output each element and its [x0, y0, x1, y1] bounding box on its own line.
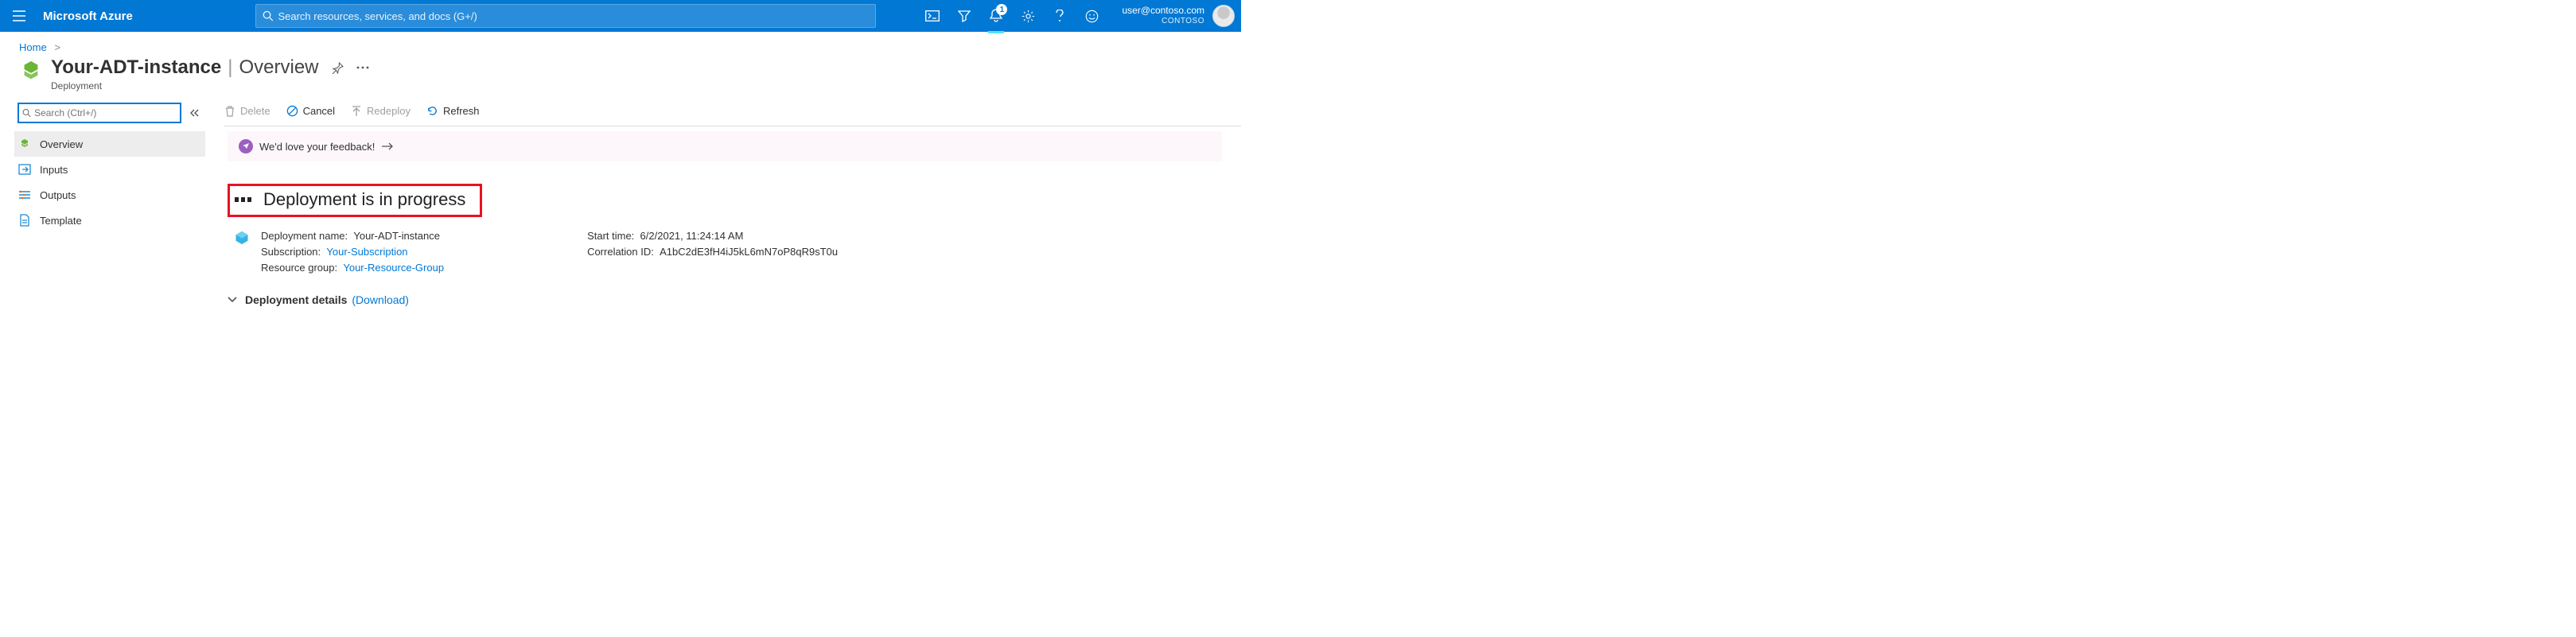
cancel-icon — [286, 105, 298, 117]
page-subtitle: Deployment — [51, 80, 369, 91]
topbar-icons: 1 — [916, 0, 1107, 32]
sidebar-search-input[interactable] — [34, 107, 177, 118]
breadcrumb-home[interactable]: Home — [19, 41, 47, 53]
search-icon — [22, 108, 31, 118]
feedback-icon — [239, 139, 253, 153]
brand-label[interactable]: Microsoft Azure — [38, 10, 144, 23]
notification-badge: 1 — [996, 4, 1007, 15]
deployment-icon — [234, 230, 250, 276]
download-link[interactable]: (Download) — [352, 293, 409, 306]
help-button[interactable] — [1044, 0, 1076, 32]
chevron-down-icon — [228, 297, 237, 303]
settings-button[interactable] — [1012, 0, 1044, 32]
sidebar-item-overview[interactable]: Overview — [14, 131, 205, 157]
gear-icon — [1021, 10, 1035, 23]
feedback-banner[interactable]: We'd love your feedback! — [228, 131, 1222, 161]
hamburger-icon — [13, 10, 25, 21]
template-icon — [18, 214, 32, 227]
cancel-button[interactable]: Cancel — [286, 105, 335, 117]
deployment-details: Deployment name: Your-ADT-instance Subsc… — [228, 228, 1241, 276]
avatar — [1212, 5, 1235, 27]
correlation-id-value: A1bC2dE3fH4iJ5kL6mN7oP8qR9sT0u — [660, 246, 838, 258]
redeploy-button: Redeploy — [351, 105, 411, 117]
feedback-top-button[interactable] — [1076, 0, 1107, 32]
resource-group-link[interactable]: Your-Resource-Group — [343, 262, 444, 274]
pin-icon — [332, 62, 344, 74]
pin-button[interactable] — [332, 62, 344, 74]
search-icon — [263, 10, 274, 21]
collapse-icon — [189, 109, 199, 117]
directory-filter-button[interactable] — [948, 0, 980, 32]
status-title: Deployment is in progress — [263, 189, 465, 210]
refresh-icon — [426, 105, 438, 117]
global-search-input[interactable] — [278, 10, 868, 22]
delete-button: Delete — [224, 105, 270, 117]
global-search[interactable] — [255, 4, 876, 28]
sidebar: Overview Inputs Outputs Template — [0, 96, 205, 306]
cloud-shell-button[interactable] — [916, 0, 948, 32]
sidebar-item-outputs[interactable]: Outputs — [14, 182, 205, 208]
page-title: Your-ADT-instance — [51, 56, 221, 79]
help-icon — [1056, 10, 1064, 22]
progress-icon — [235, 194, 252, 205]
page-tab-title: Overview — [239, 56, 318, 79]
redeploy-icon — [351, 105, 362, 117]
breadcrumb: Home > — [0, 32, 1241, 56]
overview-icon — [18, 138, 32, 150]
sidebar-item-template[interactable]: Template — [14, 208, 205, 233]
page-header: Your-ADT-instance | Overview Deployment — [0, 56, 1241, 96]
ellipsis-icon — [356, 66, 369, 69]
sidebar-collapse-button[interactable] — [189, 109, 199, 117]
toolbar: Delete Cancel Redeploy Refresh — [224, 96, 1241, 126]
subscription-link[interactable]: Your-Subscription — [326, 246, 407, 258]
more-button[interactable] — [356, 66, 369, 69]
deployment-name-value: Your-ADT-instance — [353, 230, 440, 242]
topbar: Microsoft Azure 1 user@contoso.c — [0, 0, 1241, 32]
outputs-icon — [18, 190, 32, 200]
sidebar-item-inputs[interactable]: Inputs — [14, 157, 205, 182]
resource-icon — [19, 60, 43, 84]
smiley-icon — [1085, 10, 1099, 23]
inputs-icon — [18, 164, 32, 175]
sidebar-item-label: Template — [40, 215, 82, 227]
notifications-button[interactable]: 1 — [980, 0, 1012, 32]
main-content: Delete Cancel Redeploy Refresh We'd love… — [205, 96, 1241, 306]
sidebar-item-label: Outputs — [40, 189, 76, 201]
user-email: user@contoso.com — [1122, 5, 1204, 16]
account-button[interactable]: user@contoso.com CONTOSO — [1107, 0, 1241, 32]
refresh-button[interactable]: Refresh — [426, 105, 480, 117]
sidebar-item-label: Inputs — [40, 164, 68, 176]
sidebar-search[interactable] — [18, 103, 181, 123]
menu-button[interactable] — [0, 0, 38, 32]
cloud-shell-icon — [925, 10, 940, 21]
trash-icon — [224, 105, 235, 117]
filter-icon — [958, 10, 971, 22]
breadcrumb-sep: > — [54, 41, 60, 53]
directory-label: CONTOSO — [1122, 16, 1204, 27]
expander-label: Deployment details — [245, 293, 347, 306]
deployment-details-expander[interactable]: Deployment details (Download) — [228, 293, 1241, 306]
start-time-value: 6/2/2021, 11:24:14 AM — [640, 230, 744, 242]
notification-indicator — [988, 31, 1004, 33]
feedback-text: We'd love your feedback! — [259, 141, 375, 153]
deployment-status: Deployment is in progress — [228, 184, 482, 217]
arrow-right-icon — [381, 142, 394, 150]
sidebar-item-label: Overview — [40, 138, 83, 150]
